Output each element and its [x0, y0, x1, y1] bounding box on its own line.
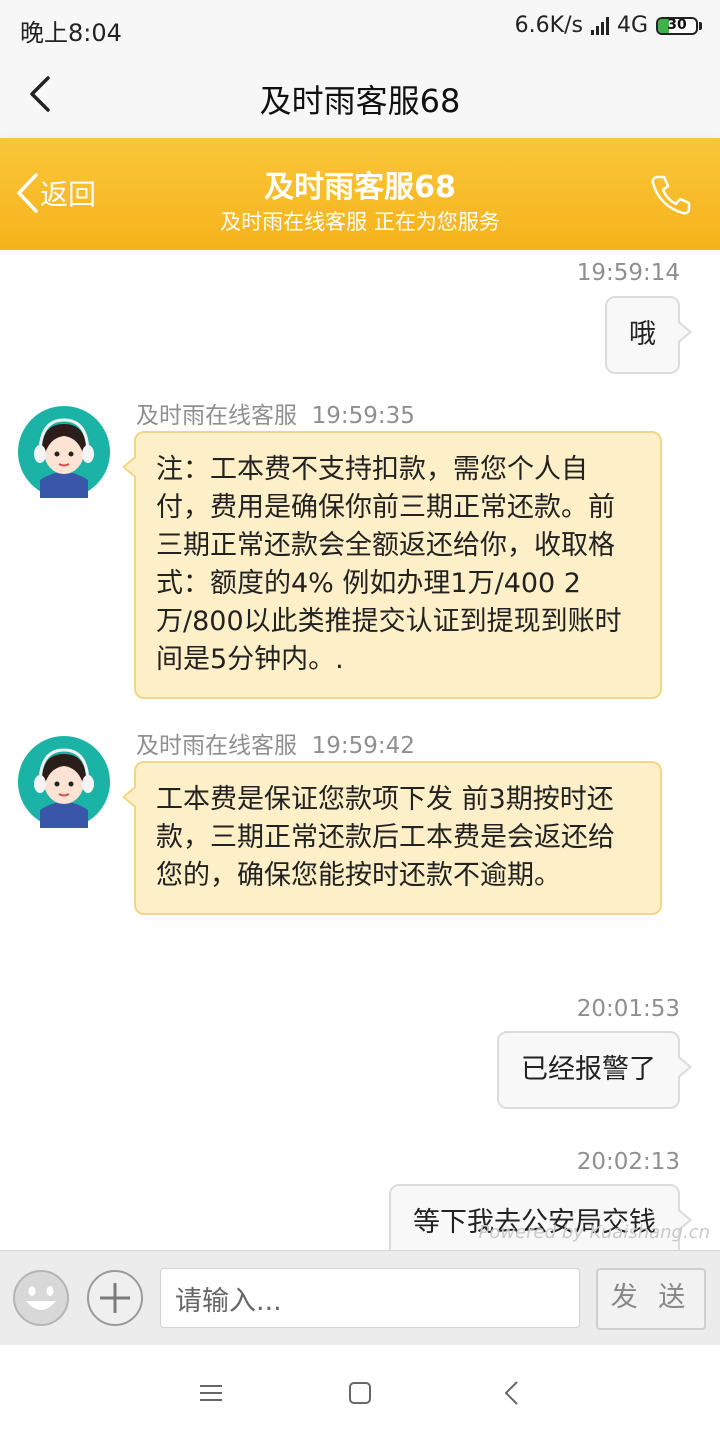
chat-title: 及时雨客服68: [264, 170, 456, 205]
message-sender: 及时雨在线客服: [136, 403, 297, 429]
powered-by-watermark: Powered by Kuaishang.cn: [478, 1222, 710, 1243]
battery-level: 30: [667, 16, 687, 33]
message-text: 已经报警了: [521, 1054, 656, 1085]
message-sender-line: 及时雨在线客服 19:59:42: [136, 726, 415, 760]
system-nav-bar: [0, 1345, 720, 1440]
incoming-message-bubble[interactable]: 注：工本费不支持扣款，需您个人自付，费用是确保你前三期正常还款。前三期正常还款会…: [122, 431, 662, 699]
message-text: 工本费是保证您款项下发 前3期按时还款，三期正常还款后工本费是会返还给您的，确保…: [156, 784, 615, 891]
message-timestamp: 19:59:42: [311, 733, 415, 759]
status-time: 晚上8:04: [20, 19, 122, 47]
agent-avatar[interactable]: [18, 406, 110, 498]
input-bar: 请输入... 发 送: [0, 1250, 720, 1346]
outgoing-message-bubble[interactable]: 已经报警了: [497, 1031, 692, 1109]
message-sender: 及时雨在线客服: [136, 733, 297, 759]
chat-subtitle: 及时雨在线客服 正在为您服务: [220, 210, 500, 234]
message-timestamp: 19:59:35: [311, 403, 415, 429]
network-speed: 6.6K/s: [514, 13, 583, 38]
emoji-icon[interactable]: [12, 1269, 70, 1327]
signal-icon: [590, 16, 609, 35]
add-icon[interactable]: [86, 1269, 144, 1327]
app-title: 及时雨客服68: [259, 82, 461, 120]
home-icon[interactable]: [345, 1378, 375, 1408]
network-type: 4G: [616, 13, 648, 38]
back-icon[interactable]: [497, 1378, 527, 1408]
menu-icon[interactable]: [196, 1378, 226, 1408]
agent-avatar[interactable]: [18, 736, 110, 828]
outgoing-message-bubble[interactable]: 哦: [605, 296, 692, 374]
incoming-message-bubble[interactable]: 工本费是保证您款项下发 前3期按时还款，三期正常还款后工本费是会返还给您的，确保…: [122, 761, 662, 915]
message-text: 哦: [629, 319, 656, 350]
message-text: 注：工本费不支持扣款，需您个人自付，费用是确保你前三期正常还款。前三期正常还款会…: [156, 454, 622, 675]
chat-header: 返回 及时雨客服68 及时雨在线客服 正在为您服务: [0, 138, 720, 250]
message-timestamp: 20:01:53: [576, 996, 680, 1022]
message-input-placeholder: 请输入...: [175, 1286, 282, 1317]
message-sender-line: 及时雨在线客服 19:59:35: [136, 396, 415, 430]
message-input[interactable]: 请输入...: [160, 1268, 580, 1328]
send-button[interactable]: 发 送: [596, 1268, 706, 1330]
message-timestamp: 19:59:14: [576, 260, 680, 286]
status-bar: 晚上8:04 6.6K/s 4G 30: [0, 0, 720, 52]
battery-icon: 30: [656, 16, 702, 35]
app-bar: 及时雨客服68: [0, 52, 720, 138]
phone-icon[interactable]: [648, 172, 694, 218]
message-timestamp: 20:02:13: [576, 1149, 680, 1175]
chat-message-list[interactable]: 19:59:14 哦 及时雨在线客服 19:59:35 注：工本费不支持扣款，需…: [0, 250, 720, 1250]
status-indicators: 6.6K/s 4G 30: [515, 13, 702, 38]
